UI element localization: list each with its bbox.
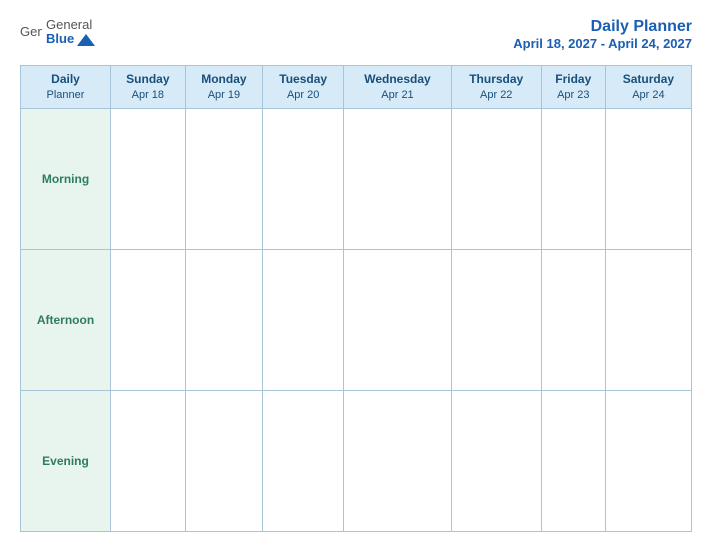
morning-tuesday[interactable] — [263, 108, 344, 249]
sunday-date: Apr 18 — [115, 88, 181, 102]
thursday-date: Apr 22 — [456, 88, 537, 102]
morning-saturday[interactable] — [605, 108, 691, 249]
morning-thursday[interactable] — [451, 108, 541, 249]
sunday-name: Sunday — [115, 72, 181, 88]
monday-date: Apr 19 — [190, 88, 259, 102]
friday-date: Apr 23 — [546, 88, 601, 102]
logo-general: General — [46, 18, 95, 32]
monday-name: Monday — [190, 72, 259, 88]
calendar-table: Daily Planner Sunday Apr 18 Monday Apr 1… — [20, 65, 692, 532]
afternoon-friday[interactable] — [541, 249, 605, 390]
afternoon-tuesday[interactable] — [263, 249, 344, 390]
column-header-friday: Friday Apr 23 — [541, 66, 605, 109]
morning-wednesday[interactable] — [344, 108, 452, 249]
column-header-sunday: Sunday Apr 18 — [111, 66, 186, 109]
wednesday-name: Wednesday — [348, 72, 447, 88]
column-header-tuesday: Tuesday Apr 20 — [263, 66, 344, 109]
logo-bird-icon — [77, 32, 95, 46]
logo: General General Blue — [20, 18, 95, 47]
afternoon-thursday[interactable] — [451, 249, 541, 390]
tuesday-date: Apr 20 — [267, 88, 339, 102]
header-daily: Daily — [25, 72, 106, 88]
svg-text:General: General — [20, 24, 42, 39]
evening-sunday[interactable] — [111, 390, 186, 531]
thursday-name: Thursday — [456, 72, 537, 88]
morning-label: Morning — [21, 108, 111, 249]
tuesday-name: Tuesday — [267, 72, 339, 88]
morning-sunday[interactable] — [111, 108, 186, 249]
wednesday-date: Apr 21 — [348, 88, 447, 102]
saturday-date: Apr 24 — [610, 88, 687, 102]
date-range: April 18, 2027 - April 24, 2027 — [513, 36, 692, 51]
evening-saturday[interactable] — [605, 390, 691, 531]
friday-name: Friday — [546, 72, 601, 88]
afternoon-saturday[interactable] — [605, 249, 691, 390]
row-afternoon: Afternoon — [21, 249, 692, 390]
column-header-monday: Monday Apr 19 — [185, 66, 263, 109]
evening-monday[interactable] — [185, 390, 263, 531]
row-evening: Evening — [21, 390, 692, 531]
row-morning: Morning — [21, 108, 692, 249]
afternoon-label: Afternoon — [21, 249, 111, 390]
column-header-saturday: Saturday Apr 24 — [605, 66, 691, 109]
evening-thursday[interactable] — [451, 390, 541, 531]
page-header: General General Blue Daily Planner April… — [20, 18, 692, 51]
evening-friday[interactable] — [541, 390, 605, 531]
morning-monday[interactable] — [185, 108, 263, 249]
morning-friday[interactable] — [541, 108, 605, 249]
afternoon-sunday[interactable] — [111, 249, 186, 390]
page-title: Daily Planner — [513, 18, 692, 36]
column-header-label: Daily Planner — [21, 66, 111, 109]
title-area: Daily Planner April 18, 2027 - April 24,… — [513, 18, 692, 51]
calendar-header-row: Daily Planner Sunday Apr 18 Monday Apr 1… — [21, 66, 692, 109]
logo-blue: Blue — [46, 32, 95, 46]
afternoon-monday[interactable] — [185, 249, 263, 390]
evening-wednesday[interactable] — [344, 390, 452, 531]
afternoon-wednesday[interactable] — [344, 249, 452, 390]
column-header-thursday: Thursday Apr 22 — [451, 66, 541, 109]
saturday-name: Saturday — [610, 72, 687, 88]
header-planner: Planner — [25, 88, 106, 102]
evening-label: Evening — [21, 390, 111, 531]
column-header-wednesday: Wednesday Apr 21 — [344, 66, 452, 109]
logo-icon: General — [20, 23, 42, 41]
evening-tuesday[interactable] — [263, 390, 344, 531]
